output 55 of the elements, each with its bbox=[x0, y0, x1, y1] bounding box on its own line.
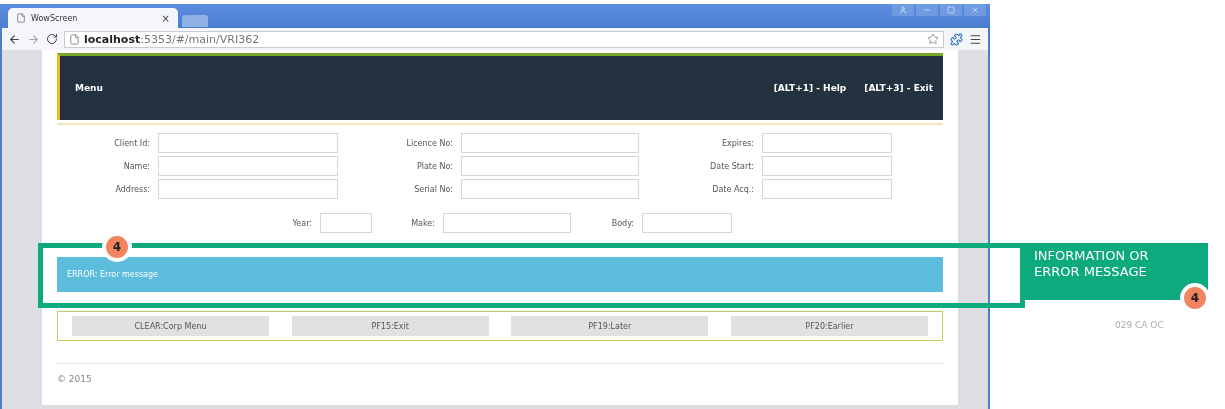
field-label: Address: bbox=[114, 184, 150, 194]
function-key-button[interactable]: PF20:Earlier bbox=[730, 316, 928, 336]
field-label: Make: bbox=[410, 218, 435, 228]
field-label: Date Acq.: bbox=[711, 184, 754, 194]
copyright-text: © 2015 bbox=[57, 374, 93, 384]
field-label: Name: bbox=[122, 161, 150, 171]
close-icon bbox=[971, 6, 979, 14]
input-field[interactable] bbox=[158, 156, 338, 176]
tab-title: WowScreen bbox=[31, 13, 79, 23]
field-label: Serial No: bbox=[413, 184, 453, 194]
minimize-icon bbox=[923, 6, 931, 14]
input-field[interactable] bbox=[320, 213, 372, 233]
forward-icon[interactable] bbox=[27, 32, 40, 46]
address-field[interactable]: localhost:5353/#/main/VRI362 bbox=[64, 30, 944, 48]
close-tab-button[interactable]: × bbox=[161, 12, 170, 24]
star-icon[interactable] bbox=[927, 33, 939, 45]
input-field[interactable] bbox=[461, 179, 639, 199]
reload-icon[interactable] bbox=[46, 33, 58, 45]
field-label: Body: bbox=[610, 218, 634, 228]
extension-icon[interactable] bbox=[950, 32, 963, 46]
input-field[interactable] bbox=[762, 179, 892, 199]
function-key-button[interactable]: PF15:Exit bbox=[291, 316, 489, 336]
input-field[interactable] bbox=[762, 133, 892, 153]
input-field[interactable] bbox=[158, 179, 338, 199]
field-label: Date Start: bbox=[709, 161, 754, 171]
field-label: Year: bbox=[291, 218, 312, 228]
input-field[interactable] bbox=[158, 133, 338, 153]
maximize-button[interactable] bbox=[940, 4, 962, 16]
function-key-button[interactable]: PF19:Later bbox=[511, 316, 709, 336]
input-field[interactable] bbox=[461, 133, 639, 153]
field-label: Client Id: bbox=[113, 138, 150, 148]
function-key-button[interactable]: CLEAR:Corp Menu bbox=[72, 316, 269, 336]
maximize-icon bbox=[947, 6, 955, 14]
input-field[interactable] bbox=[461, 156, 639, 176]
field-label: Licence No: bbox=[405, 138, 453, 148]
user-button[interactable] bbox=[892, 4, 914, 16]
figure-code: 029 CA OC bbox=[1115, 320, 1164, 330]
browser-tab[interactable]: WowScreen × bbox=[8, 8, 178, 28]
user-icon bbox=[899, 6, 907, 14]
input-field[interactable] bbox=[443, 213, 571, 233]
page-icon bbox=[69, 33, 80, 45]
shortcut-link[interactable]: [ALT+3] - Exit bbox=[864, 83, 933, 93]
new-tab-button[interactable] bbox=[182, 15, 208, 27]
error-message: ERROR: Error message bbox=[57, 257, 943, 292]
menu-title: Menu bbox=[75, 83, 104, 93]
field-label: Expires: bbox=[721, 138, 754, 148]
page-icon bbox=[16, 13, 26, 23]
field-label: Plate No: bbox=[415, 161, 453, 171]
menu-icon[interactable] bbox=[969, 32, 982, 46]
shortcut-link[interactable]: [ALT+1] - Help bbox=[773, 83, 847, 93]
input-field[interactable] bbox=[642, 213, 732, 233]
back-icon[interactable] bbox=[8, 32, 21, 46]
close-button[interactable] bbox=[964, 4, 986, 16]
input-field[interactable] bbox=[762, 156, 892, 176]
minimize-button[interactable] bbox=[916, 4, 938, 16]
